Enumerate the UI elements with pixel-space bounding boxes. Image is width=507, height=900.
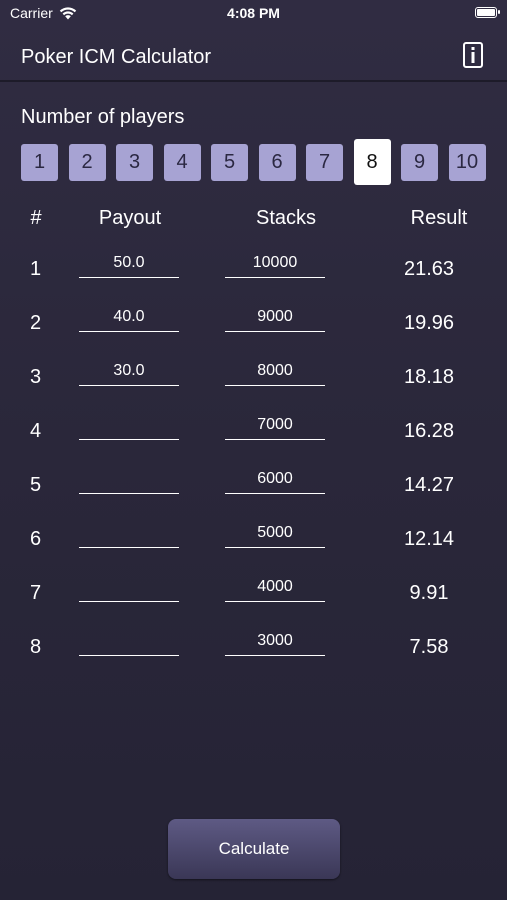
table-row: 7 4000 9.91 (0, 578, 507, 622)
players-selector: 1 2 3 4 5 6 7 8 9 10 (21, 139, 486, 185)
stack-field[interactable]: 5000 (225, 524, 325, 548)
stack-field[interactable]: 10000 (225, 254, 325, 278)
navigation-bar: Poker ICM Calculator (0, 36, 507, 82)
row-number: 1 (30, 258, 42, 280)
payout-field[interactable] (79, 578, 179, 602)
player-count-button-5[interactable]: 5 (211, 144, 248, 181)
player-count-button-8[interactable]: 8 (353, 139, 391, 185)
row-number: 5 (30, 474, 42, 496)
calculate-button[interactable]: Calculate (168, 819, 340, 879)
column-header-result: Result (410, 207, 468, 229)
result-value: 14.27 (403, 474, 455, 496)
row-number: 3 (30, 366, 42, 388)
stack-field[interactable]: 7000 (225, 416, 325, 440)
table-row: 2 40.0 9000 19.96 (0, 308, 507, 352)
row-number: 8 (30, 636, 42, 658)
column-header-stacks: Stacks (255, 207, 317, 229)
player-count-button-4[interactable]: 4 (163, 144, 201, 181)
column-header-payout: Payout (98, 207, 162, 229)
result-value: 12.14 (403, 528, 455, 550)
battery-icon (475, 7, 500, 18)
players-count-label: Number of players (21, 106, 185, 128)
player-count-button-1[interactable]: 1 (21, 144, 58, 181)
stack-field[interactable]: 8000 (225, 362, 325, 386)
table-row: 6 5000 12.14 (0, 524, 507, 568)
payout-field[interactable] (79, 416, 179, 440)
player-count-button-9[interactable]: 9 (401, 144, 438, 181)
payout-field[interactable]: 30.0 (79, 362, 179, 386)
payout-field[interactable] (79, 632, 179, 656)
table-row: 4 7000 16.28 (0, 416, 507, 460)
result-value: 16.28 (403, 420, 455, 442)
result-value: 7.58 (409, 636, 449, 658)
payout-field[interactable]: 50.0 (79, 254, 179, 278)
stack-field[interactable]: 3000 (225, 632, 325, 656)
table-row: 3 30.0 8000 18.18 (0, 362, 507, 406)
row-number: 7 (30, 582, 42, 604)
result-value: 18.18 (403, 366, 455, 388)
column-header-number: # (30, 207, 42, 229)
stack-field[interactable]: 9000 (225, 308, 325, 332)
status-time: 4:08 PM (227, 5, 280, 21)
payout-field[interactable] (79, 470, 179, 494)
player-count-button-6[interactable]: 6 (258, 144, 296, 181)
stack-field[interactable]: 6000 (225, 470, 325, 494)
table-row: 1 50.0 10000 21.63 (0, 254, 507, 298)
payout-field[interactable]: 40.0 (79, 308, 179, 332)
table-row: 5 6000 14.27 (0, 470, 507, 514)
row-number: 4 (30, 420, 42, 442)
result-value: 21.63 (403, 258, 455, 280)
page-title: Poker ICM Calculator (21, 46, 212, 68)
info-icon[interactable] (463, 42, 483, 68)
player-count-button-2[interactable]: 2 (68, 144, 106, 181)
player-count-button-10[interactable]: 10 (448, 144, 486, 181)
player-count-button-3[interactable]: 3 (116, 144, 153, 181)
player-count-button-7[interactable]: 7 (306, 144, 343, 181)
row-number: 6 (30, 528, 42, 550)
status-bar: Carrier 4:08 PM (0, 0, 507, 28)
payout-field[interactable] (79, 524, 179, 548)
stack-field[interactable]: 4000 (225, 578, 325, 602)
result-value: 19.96 (403, 312, 455, 334)
row-number: 2 (30, 312, 42, 334)
table-row: 8 3000 7.58 (0, 632, 507, 676)
result-value: 9.91 (409, 582, 449, 604)
